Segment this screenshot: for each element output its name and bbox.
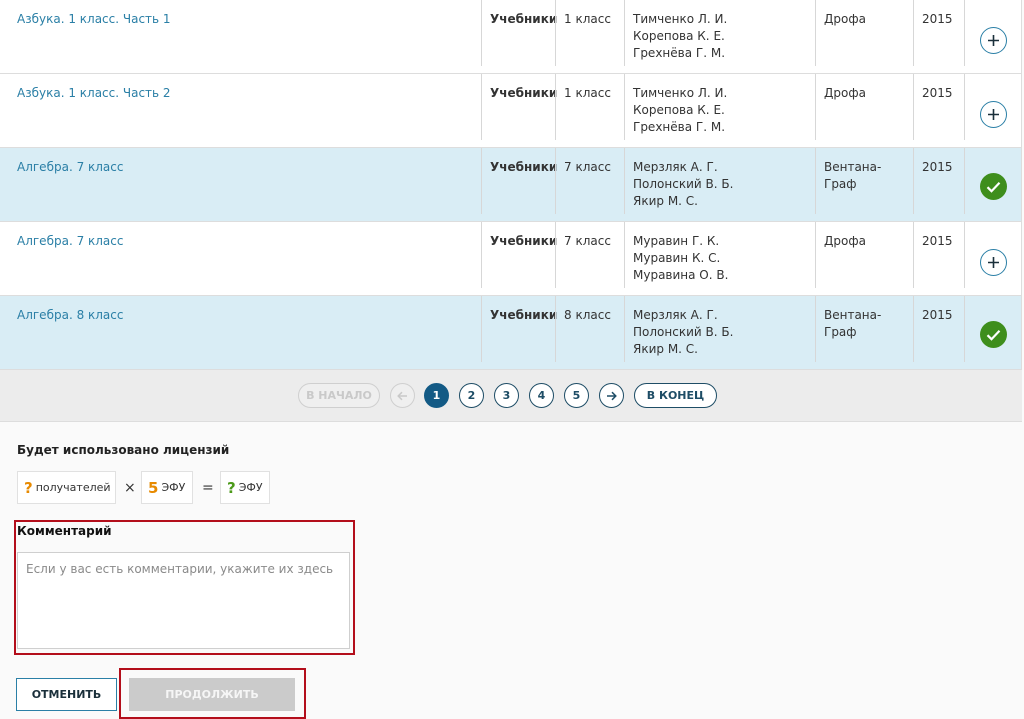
action-cell	[964, 0, 1022, 66]
table-row-selected: Алгебра. 8 класс Учебники 8 класс Мерзля…	[0, 296, 1021, 370]
page-button-4[interactable]: 4	[529, 383, 554, 408]
check-icon	[986, 181, 1001, 193]
book-grade: 7 класс	[555, 148, 624, 214]
author: Полонский В. Б.	[633, 325, 734, 339]
book-authors: Тимченко Л. И. Корепова К. Е. Грехнёва Г…	[624, 0, 815, 66]
author: Тимченко Л. И.	[633, 12, 728, 26]
book-publisher: Дрофа	[815, 222, 913, 288]
author: Мерзляк А. Г.	[633, 308, 718, 322]
book-publisher: Дрофа	[815, 0, 913, 66]
page-button-5[interactable]: 5	[564, 383, 589, 408]
last-page-button[interactable]: В КОНЕЦ	[634, 383, 717, 408]
book-authors: Мерзляк А. Г. Полонский В. Б. Якир М. С.	[624, 296, 815, 362]
author: Муравина О. В.	[633, 268, 729, 282]
book-type: Учебники	[481, 0, 557, 66]
page-button-1[interactable]: 1	[424, 383, 449, 408]
efu-box: 5 ЭФУ	[141, 471, 193, 504]
table-row: Азбука. 1 класс. Часть 2 Учебники 1 клас…	[0, 74, 1021, 148]
book-title-link[interactable]: Азбука. 1 класс. Часть 2	[17, 74, 477, 140]
add-button[interactable]	[980, 27, 1007, 54]
author: Корепова К. Е.	[633, 29, 725, 43]
continue-button[interactable]: ПРОДОЛЖИТЬ	[129, 678, 295, 711]
recipients-value: ?	[24, 478, 33, 497]
total-value: ?	[227, 478, 236, 497]
book-publisher: Вентана-Граф	[815, 148, 913, 214]
book-title-link[interactable]: Алгебра. 7 класс	[17, 222, 477, 288]
check-icon	[986, 329, 1001, 341]
book-authors: Тимченко Л. И. Корепова К. Е. Грехнёва Г…	[624, 74, 815, 140]
action-cell	[964, 222, 1022, 288]
arrow-right-icon	[607, 391, 617, 400]
book-type: Учебники	[481, 74, 557, 140]
book-grade: 1 класс	[555, 0, 624, 66]
book-authors: Мерзляк А. Г. Полонский В. Б. Якир М. С.	[624, 148, 815, 214]
author: Корепова К. Е.	[633, 103, 725, 117]
arrow-left-icon	[397, 391, 407, 400]
author: Грехнёва Г. М.	[633, 120, 726, 134]
book-year: 2015	[913, 74, 964, 140]
comment-label: Комментарий	[17, 524, 112, 538]
recipients-box: ? получателей	[17, 471, 116, 504]
comment-textarea[interactable]	[17, 552, 350, 649]
times-sign: ×	[124, 480, 136, 496]
textbooks-table: Азбука. 1 класс. Часть 1 Учебники 1 клас…	[0, 0, 1022, 370]
book-grade: 8 класс	[555, 296, 624, 362]
total-label: ЭФУ	[238, 481, 263, 494]
book-authors: Муравин Г. К. Муравин К. С. Муравина О. …	[624, 222, 815, 288]
add-button[interactable]	[980, 249, 1007, 276]
book-grade: 7 класс	[555, 222, 624, 288]
book-type: Учебники	[481, 222, 557, 288]
author: Грехнёва Г. М.	[633, 46, 726, 60]
table-row-selected: Алгебра. 7 класс Учебники 7 класс Мерзля…	[0, 148, 1021, 222]
book-year: 2015	[913, 296, 964, 362]
action-cell	[964, 148, 1022, 214]
book-year: 2015	[913, 148, 964, 214]
equals-sign: =	[202, 480, 214, 496]
action-cell	[964, 296, 1022, 362]
licenses-title: Будет использовано лицензий	[17, 443, 230, 457]
book-year: 2015	[913, 222, 964, 288]
table-row: Алгебра. 7 класс Учебники 7 класс Мурави…	[0, 222, 1021, 296]
prev-page-button[interactable]	[390, 383, 415, 408]
book-type: Учебники	[481, 296, 557, 362]
cancel-button[interactable]: ОТМЕНИТЬ	[16, 678, 117, 711]
selected-toggle-button[interactable]	[980, 321, 1007, 348]
plus-icon	[988, 109, 999, 120]
recipients-label: получателей	[35, 481, 111, 494]
first-page-button[interactable]: В НАЧАЛО	[298, 383, 380, 408]
book-title-link[interactable]: Алгебра. 7 класс	[17, 148, 477, 214]
book-publisher: Вентана-Граф	[815, 296, 913, 362]
author: Мерзляк А. Г.	[633, 160, 718, 174]
plus-icon	[988, 35, 999, 46]
book-title-link[interactable]: Алгебра. 8 класс	[17, 296, 477, 362]
selected-toggle-button[interactable]	[980, 173, 1007, 200]
page-button-3[interactable]: 3	[494, 383, 519, 408]
plus-icon	[988, 257, 999, 268]
efu-label: ЭФУ	[161, 481, 186, 494]
author: Якир М. С.	[633, 342, 698, 356]
book-publisher: Дрофа	[815, 74, 913, 140]
total-box: ? ЭФУ	[220, 471, 270, 504]
author: Якир М. С.	[633, 194, 698, 208]
book-title-link[interactable]: Азбука. 1 класс. Часть 1	[17, 0, 477, 66]
author: Тимченко Л. И.	[633, 86, 728, 100]
table-row: Азбука. 1 класс. Часть 1 Учебники 1 клас…	[0, 0, 1021, 74]
efu-value: 5	[148, 478, 159, 497]
page-button-2[interactable]: 2	[459, 383, 484, 408]
author: Муравин Г. К.	[633, 234, 720, 248]
book-type: Учебники	[481, 148, 557, 214]
pagination: В НАЧАЛО 1 2 3 4 5 В КОНЕЦ	[0, 370, 1022, 422]
author: Полонский В. Б.	[633, 177, 734, 191]
book-year: 2015	[913, 0, 964, 66]
book-grade: 1 класс	[555, 74, 624, 140]
next-page-button[interactable]	[599, 383, 624, 408]
add-button[interactable]	[980, 101, 1007, 128]
author: Муравин К. С.	[633, 251, 721, 265]
action-cell	[964, 74, 1022, 140]
